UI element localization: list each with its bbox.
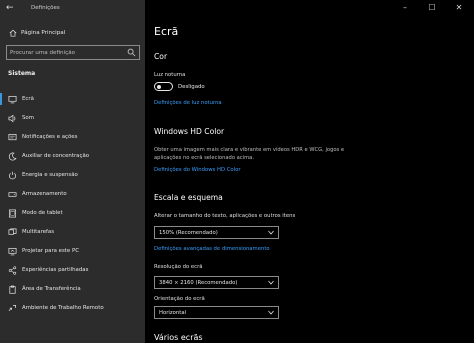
orientation-dropdown[interactable]: Horizontal	[154, 306, 279, 319]
night-light-toggle[interactable]	[154, 82, 173, 91]
tablet-icon	[8, 209, 17, 218]
remote-icon	[8, 304, 17, 312]
clipboard-icon	[9, 285, 16, 294]
sidebar-item-home[interactable]: Página Principal	[0, 27, 145, 41]
sidebar-item-label: Auxiliar de concentração	[22, 153, 90, 159]
sidebar-nav: Ecrã Som Notificações e ações Auxiliar d…	[0, 90, 145, 318]
moon-icon	[8, 152, 17, 161]
title-bar: ← Definições	[0, 0, 145, 16]
scale-layout-heading: Escala e esquema	[154, 193, 223, 202]
share-icon	[8, 266, 17, 275]
notifications-icon	[8, 133, 17, 141]
display-icon	[8, 95, 17, 104]
chevron-down-icon	[268, 310, 274, 315]
orientation-label: Orientação do ecrã	[154, 296, 205, 302]
sidebar-item-label: Armazenamento	[22, 191, 67, 197]
sidebar-item-label: Experiências partilhadas	[22, 267, 89, 273]
sidebar-item-label: Som	[22, 115, 34, 121]
sidebar-item-shared-experiences[interactable]: Experiências partilhadas	[0, 261, 145, 280]
sidebar-item-label: Energia e suspensão	[22, 172, 78, 178]
home-icon	[9, 29, 17, 37]
dropdown-value: 3840 × 2160 (Recomendado)	[159, 279, 238, 286]
advanced-scaling-link[interactable]: Definições avançadas de dimensionamento	[154, 246, 270, 252]
search-box[interactable]	[6, 45, 140, 60]
text-size-dropdown[interactable]: 150% (Recomendado)	[154, 226, 279, 239]
text-size-label: Alterar o tamanho do texto, aplicações e…	[154, 213, 296, 219]
resolution-dropdown[interactable]: 3840 × 2160 (Recomendado)	[154, 276, 279, 289]
multiple-displays-heading: Vários ecrãs	[154, 333, 203, 342]
search-input[interactable]	[10, 46, 122, 59]
minimize-icon[interactable]: –	[400, 3, 410, 13]
speaker-icon	[8, 114, 16, 123]
maximize-icon[interactable]: ☐	[427, 3, 437, 13]
sidebar-item-display[interactable]: Ecrã	[0, 90, 145, 109]
storage-icon	[8, 192, 17, 197]
hd-color-settings-link[interactable]: Definições do Windows HD Color	[154, 167, 241, 173]
close-icon[interactable]: ✕	[454, 3, 464, 13]
toggle-knob	[157, 84, 161, 89]
sidebar: ← Definições Página Principal Sistema	[0, 0, 145, 343]
search-icon[interactable]	[127, 48, 136, 57]
power-icon	[8, 171, 17, 180]
project-icon	[8, 247, 17, 256]
hd-color-heading: Windows HD Color	[154, 127, 225, 136]
multitask-icon	[8, 228, 17, 235]
sidebar-item-storage[interactable]: Armazenamento	[0, 185, 145, 204]
night-light-label: Luz noturna	[154, 72, 186, 78]
sidebar-item-label: Multitarefas	[22, 229, 55, 235]
hd-color-description: Obter uma imagem mais clara e vibrante e…	[154, 147, 345, 161]
chevron-down-icon	[268, 280, 274, 285]
dropdown-value: 150% (Recomendado)	[159, 229, 218, 236]
dropdown-value: Horizontal	[159, 309, 187, 316]
settings-window: ← Definições Página Principal Sistema	[0, 0, 474, 343]
back-arrow-icon[interactable]: ←	[6, 3, 16, 13]
sidebar-item-label: Projetar para este PC	[22, 248, 79, 254]
sidebar-item-label: Notificações e ações	[22, 134, 78, 140]
color-heading: Cor	[154, 52, 168, 61]
sidebar-item-power[interactable]: Energia e suspensão	[0, 166, 145, 185]
sidebar-item-label: Ambiente de Trabalho Remoto	[22, 305, 104, 311]
sidebar-item-notifications[interactable]: Notificações e ações	[0, 128, 145, 147]
app-title: Definições	[31, 5, 60, 11]
sidebar-item-multitasking[interactable]: Multitarefas	[0, 223, 145, 242]
toggle-state-label: Desligado	[178, 84, 205, 90]
section-label: Sistema	[8, 70, 36, 77]
sidebar-item-label: Página Principal	[21, 30, 66, 36]
sidebar-item-tablet-mode[interactable]: Modo de tablet	[0, 204, 145, 223]
sidebar-item-label: Ecrã	[22, 96, 34, 102]
page-title: Ecrã	[154, 25, 179, 38]
sidebar-item-focus-assist[interactable]: Auxiliar de concentração	[0, 147, 145, 166]
chevron-down-icon	[268, 230, 274, 235]
sidebar-item-remote-desktop[interactable]: Ambiente de Trabalho Remoto	[0, 299, 145, 318]
sidebar-item-label: Área de Transferência	[22, 286, 81, 292]
sidebar-item-sound[interactable]: Som	[0, 109, 145, 128]
sidebar-item-clipboard[interactable]: Área de Transferência	[0, 280, 145, 299]
night-light-settings-link[interactable]: Definições de luz noturna	[154, 100, 222, 106]
sidebar-item-project[interactable]: Projetar para este PC	[0, 242, 145, 261]
resolution-label: Resolução do ecrã	[154, 264, 203, 270]
sidebar-item-label: Modo de tablet	[22, 210, 63, 216]
window-controls: – ☐ ✕	[394, 0, 474, 16]
main-content: – ☐ ✕ Ecrã Cor Luz noturna Desligado Def…	[145, 0, 474, 343]
